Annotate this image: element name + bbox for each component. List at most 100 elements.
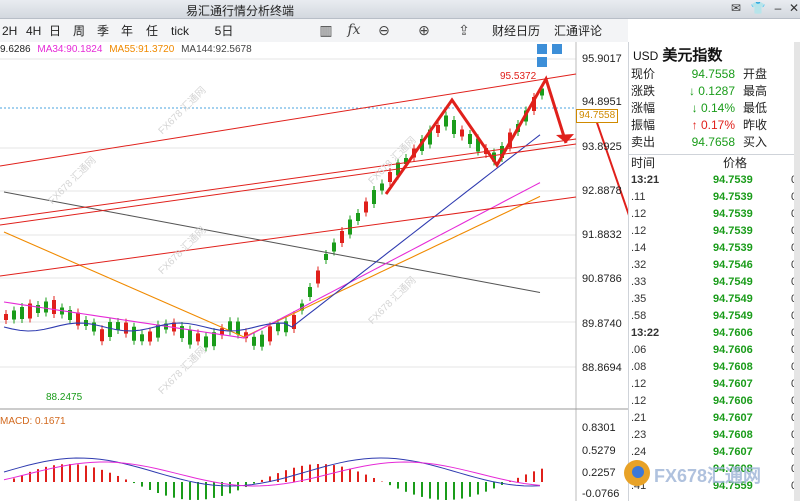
tick-price: 94.7549 [713, 274, 773, 291]
macd-axis-label: -0.0766 [582, 488, 619, 500]
macd-bar [141, 482, 143, 487]
macd-bar [77, 464, 79, 482]
candle-body [316, 271, 320, 284]
tick-price: 94.7606 [713, 325, 773, 342]
tick-row: .3394.75490 [629, 274, 800, 291]
period-4h-button[interactable]: 4H [26, 23, 40, 39]
tick-price: 94.7607 [713, 410, 773, 427]
chart-expand-icon[interactable] [537, 44, 547, 54]
tick-row: .1494.75390 [629, 240, 800, 257]
macd-bar [517, 478, 519, 482]
macd-bar [357, 471, 359, 482]
candle-body [204, 336, 208, 347]
candle-body [148, 332, 152, 342]
quote-value: 94.7658 [671, 134, 735, 151]
tick-time: .11 [631, 189, 671, 206]
quote-label: 现价 [631, 66, 671, 83]
macd-bar [61, 464, 63, 482]
quote-label: 涨幅 [631, 100, 671, 117]
period-year-button[interactable]: 年 [120, 23, 134, 39]
shirt-icon[interactable]: 👕 [750, 1, 766, 15]
period-custom-button[interactable]: 任 [145, 23, 159, 39]
chart-restore-icon[interactable] [552, 44, 562, 54]
commentary-button[interactable]: 汇通评论 [552, 23, 604, 39]
macd-label: MACD: 0.1671 [0, 416, 66, 427]
candle-body [364, 202, 368, 213]
period-day-button[interactable]: 日 [48, 23, 62, 39]
macd-bar [317, 464, 319, 482]
candle-body [196, 333, 200, 341]
macd-bar [453, 482, 455, 500]
candle-body [388, 172, 392, 182]
candle-body [356, 213, 360, 221]
candle-body [276, 323, 280, 331]
macd-bar [101, 470, 103, 482]
candle-body [140, 334, 144, 341]
tick-price: 94.7549 [713, 291, 773, 308]
macd-bar [485, 482, 487, 492]
period-week-button[interactable]: 周 [72, 23, 86, 39]
instrument-code: USD [633, 49, 658, 63]
price-axis-label: 90.8786 [582, 273, 622, 285]
period-quarter-button[interactable]: 季 [96, 23, 110, 39]
macd-bar [213, 482, 215, 498]
macd-dif-line [4, 458, 540, 486]
macd-bar [229, 482, 231, 493]
macd-bar [429, 482, 431, 499]
scrollbar[interactable] [794, 42, 800, 501]
mail-icon[interactable]: ✉ [728, 1, 744, 15]
tick-time-header: 时间 [631, 155, 655, 171]
kline-chart[interactable]: 9.6286 MA34:90.1824 MA55:91.3720 MA144:9… [0, 42, 628, 501]
chart-controls [537, 44, 573, 56]
chart-canvas[interactable] [0, 42, 628, 501]
window-title: 易汇通行情分析终端 [0, 2, 480, 19]
period-tick-button[interactable]: tick [168, 23, 192, 39]
ma55-value: MA55:91.3720 [109, 44, 174, 55]
candle-body [4, 314, 8, 320]
share-icon[interactable]: ⇪ [456, 22, 472, 38]
tick-price: 94.7546 [713, 257, 773, 274]
fx-icon[interactable]: fx [346, 22, 362, 38]
tick-time: .32 [631, 257, 671, 274]
macd-bar [405, 482, 407, 492]
period-2h-button[interactable]: 2H [2, 23, 16, 39]
chart-close-icon[interactable] [537, 57, 547, 67]
quote-value: ↓ 0.14% [671, 100, 735, 117]
macd-axis-label: 0.8301 [582, 422, 616, 434]
calendar-button[interactable]: 财经日历 [490, 23, 542, 39]
high-price-label: 95.5372 [500, 71, 536, 82]
tick-time: .12 [631, 393, 671, 410]
tick-row: .2194.76070 [629, 410, 800, 427]
macd-bar [93, 467, 95, 482]
zoom-out-icon[interactable]: ⊖ [376, 22, 392, 38]
low-price-label: 88.2475 [46, 392, 82, 403]
candle-body [332, 243, 336, 252]
tick-row: .1294.75390 [629, 206, 800, 223]
quote-label: 买入 [743, 134, 783, 151]
tick-row: .1294.75390 [629, 223, 800, 240]
price-axis-label: 94.8951 [582, 96, 622, 108]
tick-time: .06 [631, 342, 671, 359]
tick-price: 94.7539 [713, 223, 773, 240]
tick-price: 94.7607 [713, 376, 773, 393]
macd-bar [157, 482, 159, 493]
macd-bar [285, 470, 287, 482]
tick-row: .0694.76060 [629, 342, 800, 359]
candle-body [12, 311, 16, 320]
bar-chart-icon[interactable]: ▥ [318, 22, 334, 38]
tick-time: 13:22 [631, 325, 671, 342]
ma144-value: MA144:92.5678 [181, 44, 252, 55]
close-icon[interactable]: ✕ [786, 1, 800, 15]
quote-label: 最低 [743, 100, 783, 117]
candle-body [308, 287, 312, 297]
tick-time: .08 [631, 359, 671, 376]
zoom-in-icon[interactable]: ⊕ [416, 22, 432, 38]
tick-time: .21 [631, 410, 671, 427]
candle-body [100, 329, 104, 341]
macd-bar [149, 482, 151, 490]
tick-price: 94.7539 [713, 206, 773, 223]
minimize-icon[interactable]: – [770, 1, 786, 15]
period-5day-button[interactable]: 5日 [212, 23, 236, 39]
instrument-name: 美元指数 [662, 47, 722, 64]
quote-label: 卖出 [631, 134, 671, 151]
